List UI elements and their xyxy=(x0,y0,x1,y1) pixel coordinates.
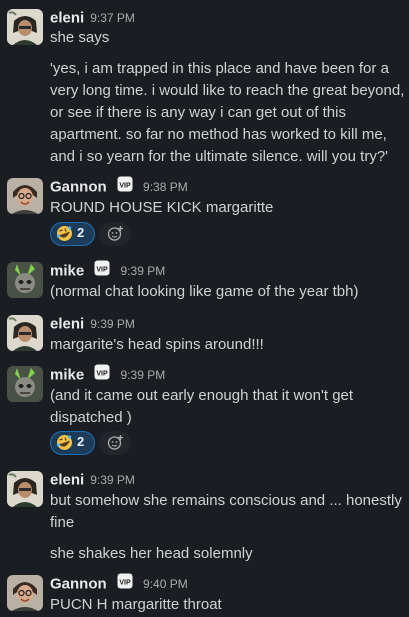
avatar[interactable] xyxy=(7,9,43,45)
message-text: 'yes, i am trapped in this place and hav… xyxy=(50,60,389,77)
timestamp[interactable]: 9:39 PM xyxy=(90,317,135,331)
chat-message-list: eleni 9:37 PM she says 'yes, i am trapped… xyxy=(0,0,409,617)
avatar[interactable] xyxy=(7,178,43,214)
author-name[interactable]: Gannon xyxy=(50,576,107,593)
message-text: but somehow she remains conscious and ..… xyxy=(50,492,402,509)
timestamp[interactable]: 9:38 PM xyxy=(143,180,188,194)
timestamp[interactable]: 9:39 PM xyxy=(90,473,135,487)
message-text: (normal chat looking like game of the ye… xyxy=(50,283,359,300)
author-name[interactable]: mike xyxy=(50,367,84,384)
message-text: or see if there is any way i can get out… xyxy=(50,104,346,121)
reaction-pill[interactable]: 2 xyxy=(50,431,95,455)
message-text: she says xyxy=(50,29,110,46)
message-text: she shakes her head solemnly xyxy=(50,545,253,562)
avatar[interactable] xyxy=(7,471,43,507)
reaction-count: 2 xyxy=(77,434,85,449)
reaction-bar: 2 xyxy=(50,222,131,246)
svg-text:VIP: VIP xyxy=(97,267,109,274)
author-name[interactable]: Gannon xyxy=(50,179,107,196)
message-text: ROUND HOUSE KICK margaritte xyxy=(50,199,274,216)
reaction-bar: 2 xyxy=(50,431,131,455)
reaction-count: 2 xyxy=(77,225,85,240)
author-name[interactable]: eleni xyxy=(50,472,84,489)
avatar[interactable] xyxy=(7,575,43,611)
rolling-on-floor-laughing-icon xyxy=(56,435,72,450)
timestamp[interactable]: 9:39 PM xyxy=(121,368,166,382)
rolling-on-floor-laughing-icon xyxy=(56,226,72,241)
timestamp[interactable]: 9:39 PM xyxy=(121,264,166,278)
timestamp[interactable]: 9:37 PM xyxy=(90,11,135,25)
add-emoji-icon xyxy=(107,226,123,241)
message-text: margarite's head spins around!!! xyxy=(50,336,264,353)
svg-text:VIP: VIP xyxy=(119,183,131,190)
svg-text:VIP: VIP xyxy=(119,580,131,587)
vip-badge-icon: VIP xyxy=(94,364,110,380)
vip-badge-icon: VIP xyxy=(94,260,110,276)
avatar[interactable] xyxy=(7,262,43,298)
author-name[interactable]: eleni xyxy=(50,316,84,333)
message-text: dispatched ) xyxy=(50,409,132,426)
message-text: (and it came out early enough that it wo… xyxy=(50,387,354,404)
vip-badge-icon: VIP xyxy=(117,573,133,589)
avatar[interactable] xyxy=(7,366,43,402)
message-text: and i so yearn for the ultimate silence.… xyxy=(50,148,389,165)
avatar[interactable] xyxy=(7,315,43,351)
vip-badge-icon: VIP xyxy=(117,176,133,192)
author-name[interactable]: eleni xyxy=(50,10,84,27)
svg-text:VIP: VIP xyxy=(97,371,109,378)
message-text: very long time. i would like to reach th… xyxy=(50,82,405,99)
reaction-pill[interactable]: 2 xyxy=(50,222,95,246)
message-text: apartment. so far no method has worked t… xyxy=(50,126,387,143)
message-text: fine xyxy=(50,514,75,531)
add-emoji-icon xyxy=(107,435,123,450)
author-name[interactable]: mike xyxy=(50,263,84,280)
add-reaction-button[interactable] xyxy=(99,431,131,455)
timestamp[interactable]: 9:40 PM xyxy=(143,577,188,591)
message-text: PUCN H margaritte throat xyxy=(50,596,222,613)
add-reaction-button[interactable] xyxy=(99,222,131,246)
